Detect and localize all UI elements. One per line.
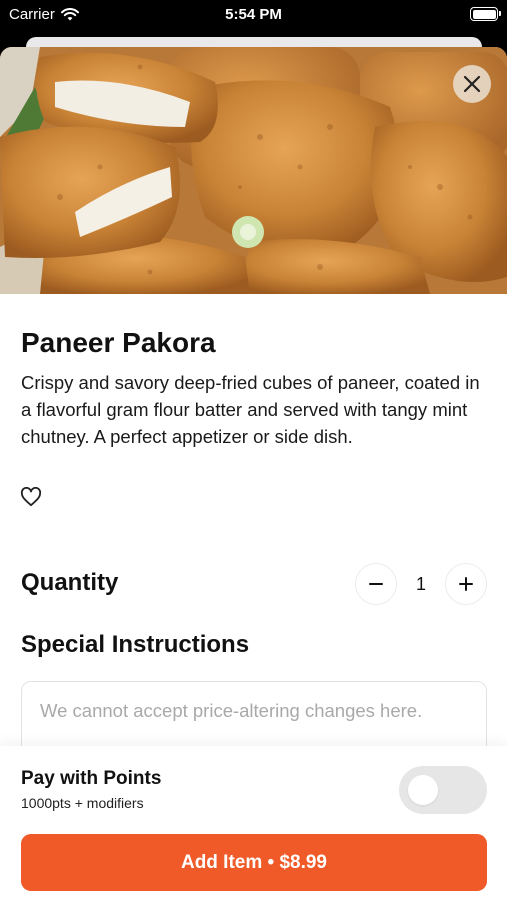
minus-icon	[369, 583, 383, 585]
heart-icon[interactable]	[20, 487, 42, 507]
pay-with-points-subtitle: 1000pts + modifiers	[21, 795, 144, 811]
status-time: 5:54 PM	[225, 6, 282, 23]
status-bar: Carrier 5:54 PM	[0, 0, 507, 30]
pay-with-points-toggle[interactable]	[399, 766, 487, 814]
quantity-value: 1	[415, 574, 426, 594]
close-icon	[463, 75, 481, 93]
item-detail-sheet: Paneer Pakora Crispy and savory deep-fri…	[0, 47, 507, 900]
battery-icon	[470, 7, 501, 21]
pay-with-points-label: Pay with Points	[21, 768, 162, 789]
item-image	[0, 47, 507, 294]
checkout-panel: Pay with Points 1000pts + modifiers Add …	[0, 746, 507, 900]
item-photo	[0, 47, 507, 294]
toggle-knob	[408, 775, 438, 805]
increase-quantity-button[interactable]	[445, 563, 487, 605]
item-title: Paneer Pakora	[21, 327, 216, 358]
add-item-button[interactable]: Add Item • $8.99	[21, 834, 487, 891]
decrease-quantity-button[interactable]	[355, 563, 397, 605]
close-button[interactable]	[453, 65, 491, 103]
plus-icon	[459, 577, 473, 591]
special-instructions-label: Special Instructions	[21, 631, 250, 658]
quantity-label: Quantity	[21, 569, 119, 596]
item-description: Crispy and savory deep-fried cubes of pa…	[21, 372, 480, 447]
